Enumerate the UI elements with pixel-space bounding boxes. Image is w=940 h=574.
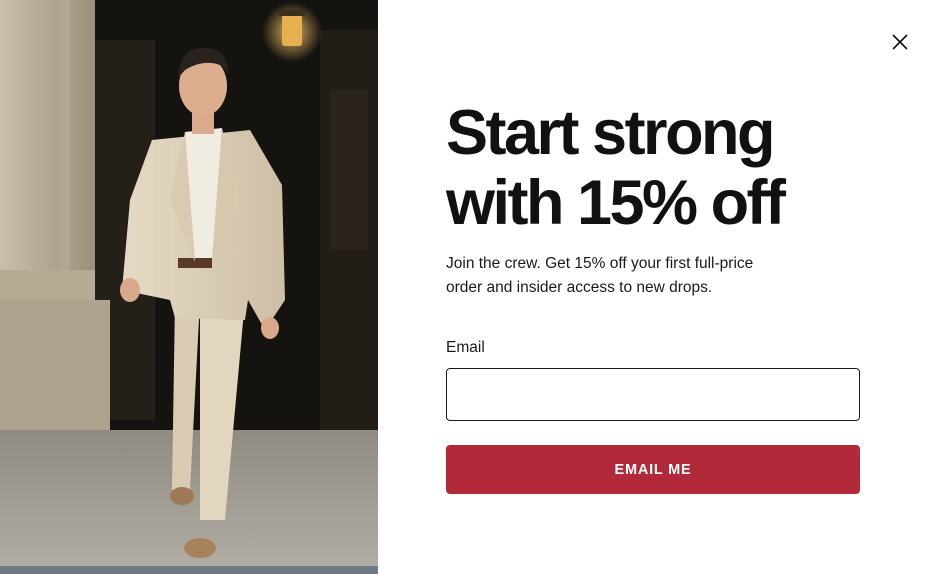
email-field[interactable] bbox=[446, 368, 860, 421]
offer-description-line-2: order and insider access to new drops. bbox=[446, 279, 713, 296]
email-me-button[interactable]: EMAIL ME bbox=[446, 445, 860, 494]
close-icon bbox=[892, 34, 908, 50]
offer-description: Join the crew. Get 15% off your first fu… bbox=[446, 252, 806, 300]
headline: Start strong with 15% off bbox=[446, 98, 886, 238]
offer-description-line-1: Join the crew. Get 15% off your first fu… bbox=[446, 255, 754, 272]
email-label: Email bbox=[446, 339, 485, 356]
close-button[interactable] bbox=[888, 30, 912, 54]
signup-modal: Start strong with 15% off Join the crew.… bbox=[378, 0, 940, 574]
headline-line-2: with 15% off bbox=[446, 168, 786, 238]
headline-line-1: Start strong bbox=[446, 98, 776, 168]
man-in-beige-suit-image bbox=[0, 0, 378, 574]
promo-photo bbox=[0, 0, 378, 574]
